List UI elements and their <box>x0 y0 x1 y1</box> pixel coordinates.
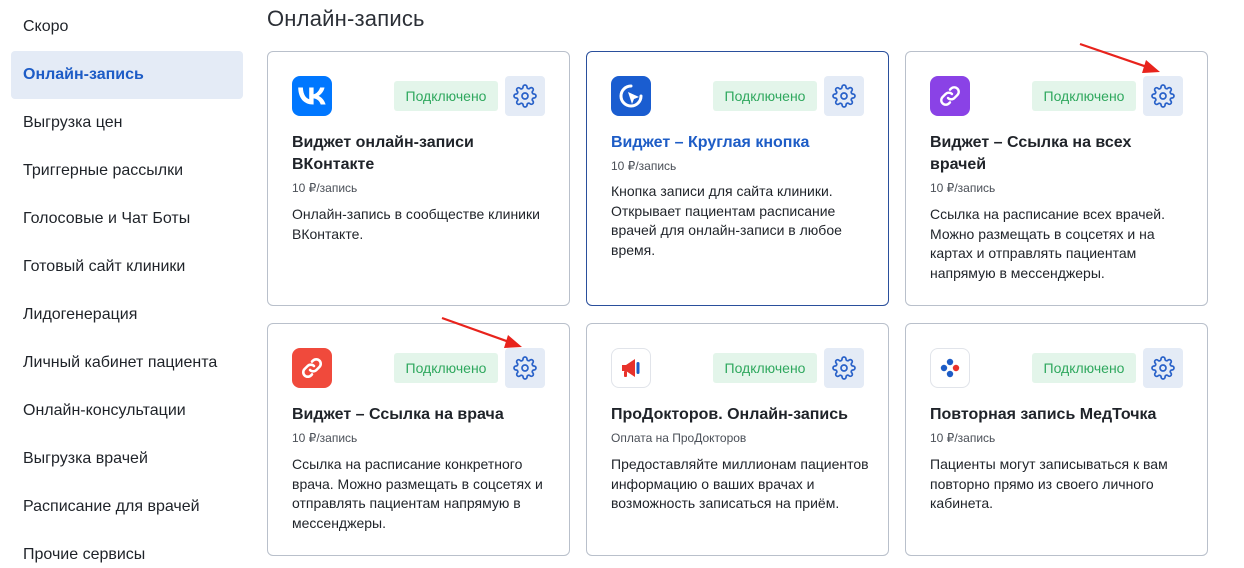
card-title[interactable]: Виджет – Круглая кнопка <box>611 132 871 154</box>
card-price: 10 ₽/запись <box>930 431 996 445</box>
card-description: Ссылка на расписание всех врачей. Можно … <box>930 206 1165 281</box>
settings-button[interactable] <box>824 76 864 116</box>
card-description: Онлайн-запись в сообществе клиники ВКонт… <box>292 206 540 242</box>
sidebar-item-voice-chat-bots[interactable]: Голосовые и Чат Боты <box>11 195 243 243</box>
sidebar-item-doctors-export[interactable]: Выгрузка врачей <box>11 435 243 483</box>
gear-icon <box>832 84 856 108</box>
status-badge: Подключено <box>713 353 817 383</box>
card-description: Пациенты могут записываться к вам повтор… <box>930 456 1168 511</box>
card-title: Виджет – Ссылка на всех врачей <box>930 134 1132 173</box>
settings-button[interactable] <box>1143 348 1183 388</box>
card-price: 10 ₽/запись <box>930 181 996 195</box>
card-title: Виджет – Ссылка на врача <box>292 406 504 423</box>
chain-link-icon <box>930 76 970 116</box>
settings-button[interactable] <box>1143 76 1183 116</box>
card-title: Виджет онлайн-записи ВКонтакте <box>292 134 474 173</box>
link-icon <box>292 348 332 388</box>
sidebar-item-trigger-mailings[interactable]: Триггерные рассылки <box>11 147 243 195</box>
gear-icon <box>1151 84 1175 108</box>
sidebar-item-price-export[interactable]: Выгрузка цен <box>11 99 243 147</box>
card-title: Повторная запись МедТочка <box>930 406 1157 423</box>
sidebar-item-online-consultations[interactable]: Онлайн-консультации <box>11 387 243 435</box>
card-price: 10 ₽/запись <box>292 181 358 195</box>
sidebar: Скоро Онлайн-запись Выгрузка цен Триггер… <box>11 3 243 568</box>
sidebar-item-online-booking[interactable]: Онлайн-запись <box>11 51 243 99</box>
settings-button[interactable] <box>505 348 545 388</box>
card-price: Оплата на ПроДокторов <box>611 431 747 445</box>
status-badge: Подключено <box>1032 81 1136 111</box>
widget-card-medtochka[interactable]: Подключено Повторная запись МедТочка 10 … <box>905 323 1208 556</box>
sidebar-item-other-services[interactable]: Прочие сервисы <box>11 531 243 568</box>
widget-grid: Подключено Виджет онлайн-записи ВКонтакт… <box>267 51 1208 556</box>
settings-button[interactable] <box>824 348 864 388</box>
widget-card-all-doctors-link[interactable]: Подключено Виджет – Ссылка на всех враче… <box>905 51 1208 306</box>
status-badge: Подключено <box>713 81 817 111</box>
sidebar-item-patient-cabinet[interactable]: Личный кабинет пациента <box>11 339 243 387</box>
gear-icon <box>513 356 537 380</box>
widget-card-vk[interactable]: Подключено Виджет онлайн-записи ВКонтакт… <box>267 51 570 306</box>
widget-card-doctor-link[interactable]: Подключено Виджет – Ссылка на врача 10 ₽… <box>267 323 570 556</box>
vk-icon <box>292 76 332 116</box>
sidebar-item-soon[interactable]: Скоро <box>11 3 243 51</box>
round-button-icon <box>611 76 651 116</box>
status-badge: Подключено <box>1032 353 1136 383</box>
card-price: 10 ₽/запись <box>292 431 358 445</box>
gear-icon <box>1151 356 1175 380</box>
medtochka-icon <box>930 348 970 388</box>
megaphone-icon <box>611 348 651 388</box>
card-description: Кнопка записи для сайта клиники. Открыва… <box>611 183 842 258</box>
card-description: Ссылка на расписание конкретного врача. … <box>292 456 543 531</box>
gear-icon <box>832 356 856 380</box>
sidebar-item-lead-generation[interactable]: Лидогенерация <box>11 291 243 339</box>
card-title: ПроДокторов. Онлайн-запись <box>611 406 848 423</box>
status-badge: Подключено <box>394 353 498 383</box>
gear-icon <box>513 84 537 108</box>
sidebar-item-clinic-site[interactable]: Готовый сайт клиники <box>11 243 243 291</box>
sidebar-item-doctors-schedule[interactable]: Расписание для врачей <box>11 483 243 531</box>
settings-button[interactable] <box>505 76 545 116</box>
widget-card-prodoctorov[interactable]: Подключено ПроДокторов. Онлайн-запись Оп… <box>586 323 889 556</box>
card-description: Предоставляйте миллионам пациентов инфор… <box>611 456 869 511</box>
status-badge: Подключено <box>394 81 498 111</box>
widget-card-round-button[interactable]: Подключено Виджет – Круглая кнопка 10 ₽/… <box>586 51 889 306</box>
page-title: Онлайн-запись <box>267 6 425 31</box>
card-price: 10 ₽/запись <box>611 159 677 173</box>
